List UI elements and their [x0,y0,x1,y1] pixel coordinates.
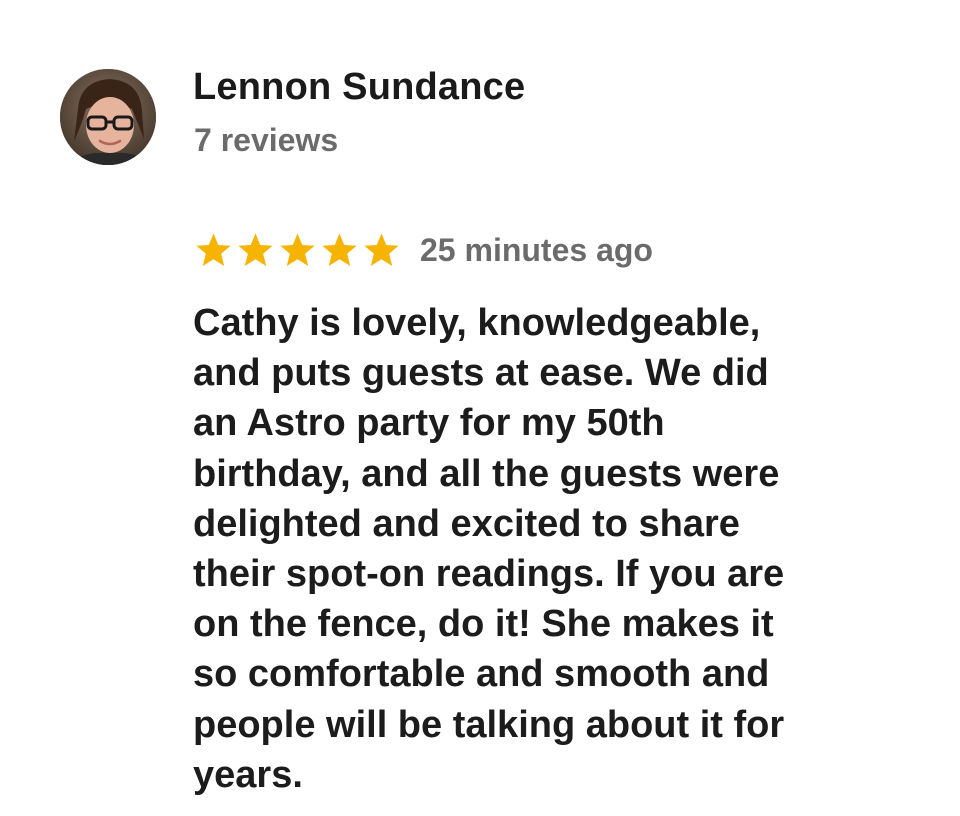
reviewer-name[interactable]: Lennon Sundance [193,66,525,109]
star-icon [280,232,315,266]
review-text-line: and puts guests at ease. We did [193,352,769,395]
review-text-line: people will be talking about it for [193,703,785,746]
review-text-line: Cathy is lovely, knowledgeable, [193,302,761,344]
review-text-line: an Astro party for my 50th [193,402,665,445]
star-rating [194,231,404,270]
review-text-line: birthday, and all the guests were [193,452,780,495]
star-icon [322,232,357,266]
avatar[interactable] [60,69,156,165]
review-text-line: so comfortable and smooth and [193,653,770,696]
star-icon [196,232,231,266]
review-text-line: delighted and excited to share [193,502,740,545]
review-card: Lennon Sundance 7 reviews 25 minutes ago… [0,0,960,816]
star-icon [238,232,273,266]
star-icon [364,232,399,266]
review-timestamp: 25 minutes ago [420,231,653,268]
review-text: Cathy is lovely, knowledgeable, and puts … [193,298,933,800]
review-text-line: their spot-on readings. If you are [193,553,785,596]
review-text-line: years. [193,753,303,796]
review-text-line: on the fence, do it! She makes it [193,603,774,646]
rating-row: 25 minutes ago [194,228,653,272]
reviewer-photo [60,69,156,165]
review-count: 7 reviews [194,122,339,158]
